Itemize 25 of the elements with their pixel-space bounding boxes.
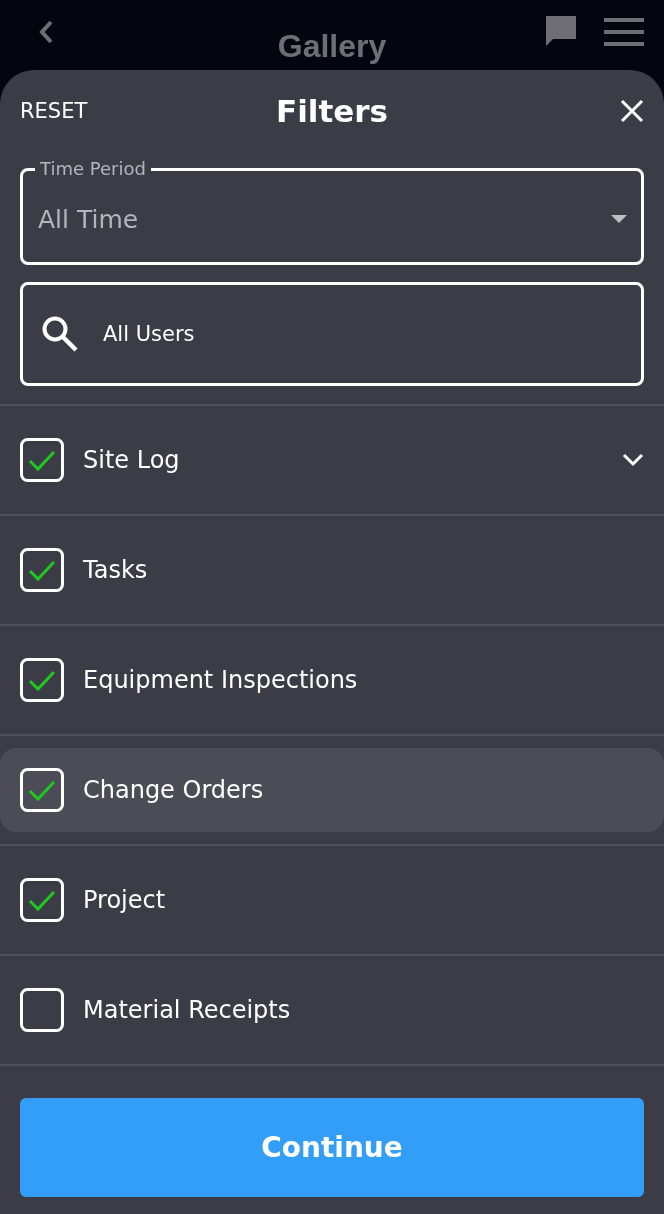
category-row[interactable]: Equipment Inspections [0,638,664,722]
category-row[interactable]: Tasks [0,528,664,612]
back-icon[interactable] [38,19,54,45]
menu-icon[interactable] [604,18,644,46]
chevron-down-icon[interactable] [622,453,644,467]
checkbox[interactable] [20,658,64,702]
sheet-title: Filters [275,93,389,129]
checkbox[interactable] [20,548,64,592]
dropdown-arrow-icon [611,215,627,223]
category-row[interactable]: Change Orders [0,748,664,832]
checkbox[interactable] [20,768,64,812]
screen-title: Gallery [276,27,388,66]
checkbox[interactable] [20,438,64,482]
checkbox[interactable] [20,988,64,1032]
category-row[interactable]: Site Log [0,418,664,502]
chat-icon[interactable] [544,15,578,47]
time-period-dropdown[interactable]: Time Period All Time [20,158,644,265]
reset-button[interactable]: RESET [20,99,88,123]
users-search-field[interactable]: All Users [20,282,644,386]
close-icon[interactable] [620,99,644,123]
search-icon [41,315,79,353]
checkbox[interactable] [20,878,64,922]
category-row[interactable]: Project [0,858,664,942]
field-label: Time Period [39,158,147,180]
category-row[interactable]: Material Receipts [0,968,664,1052]
